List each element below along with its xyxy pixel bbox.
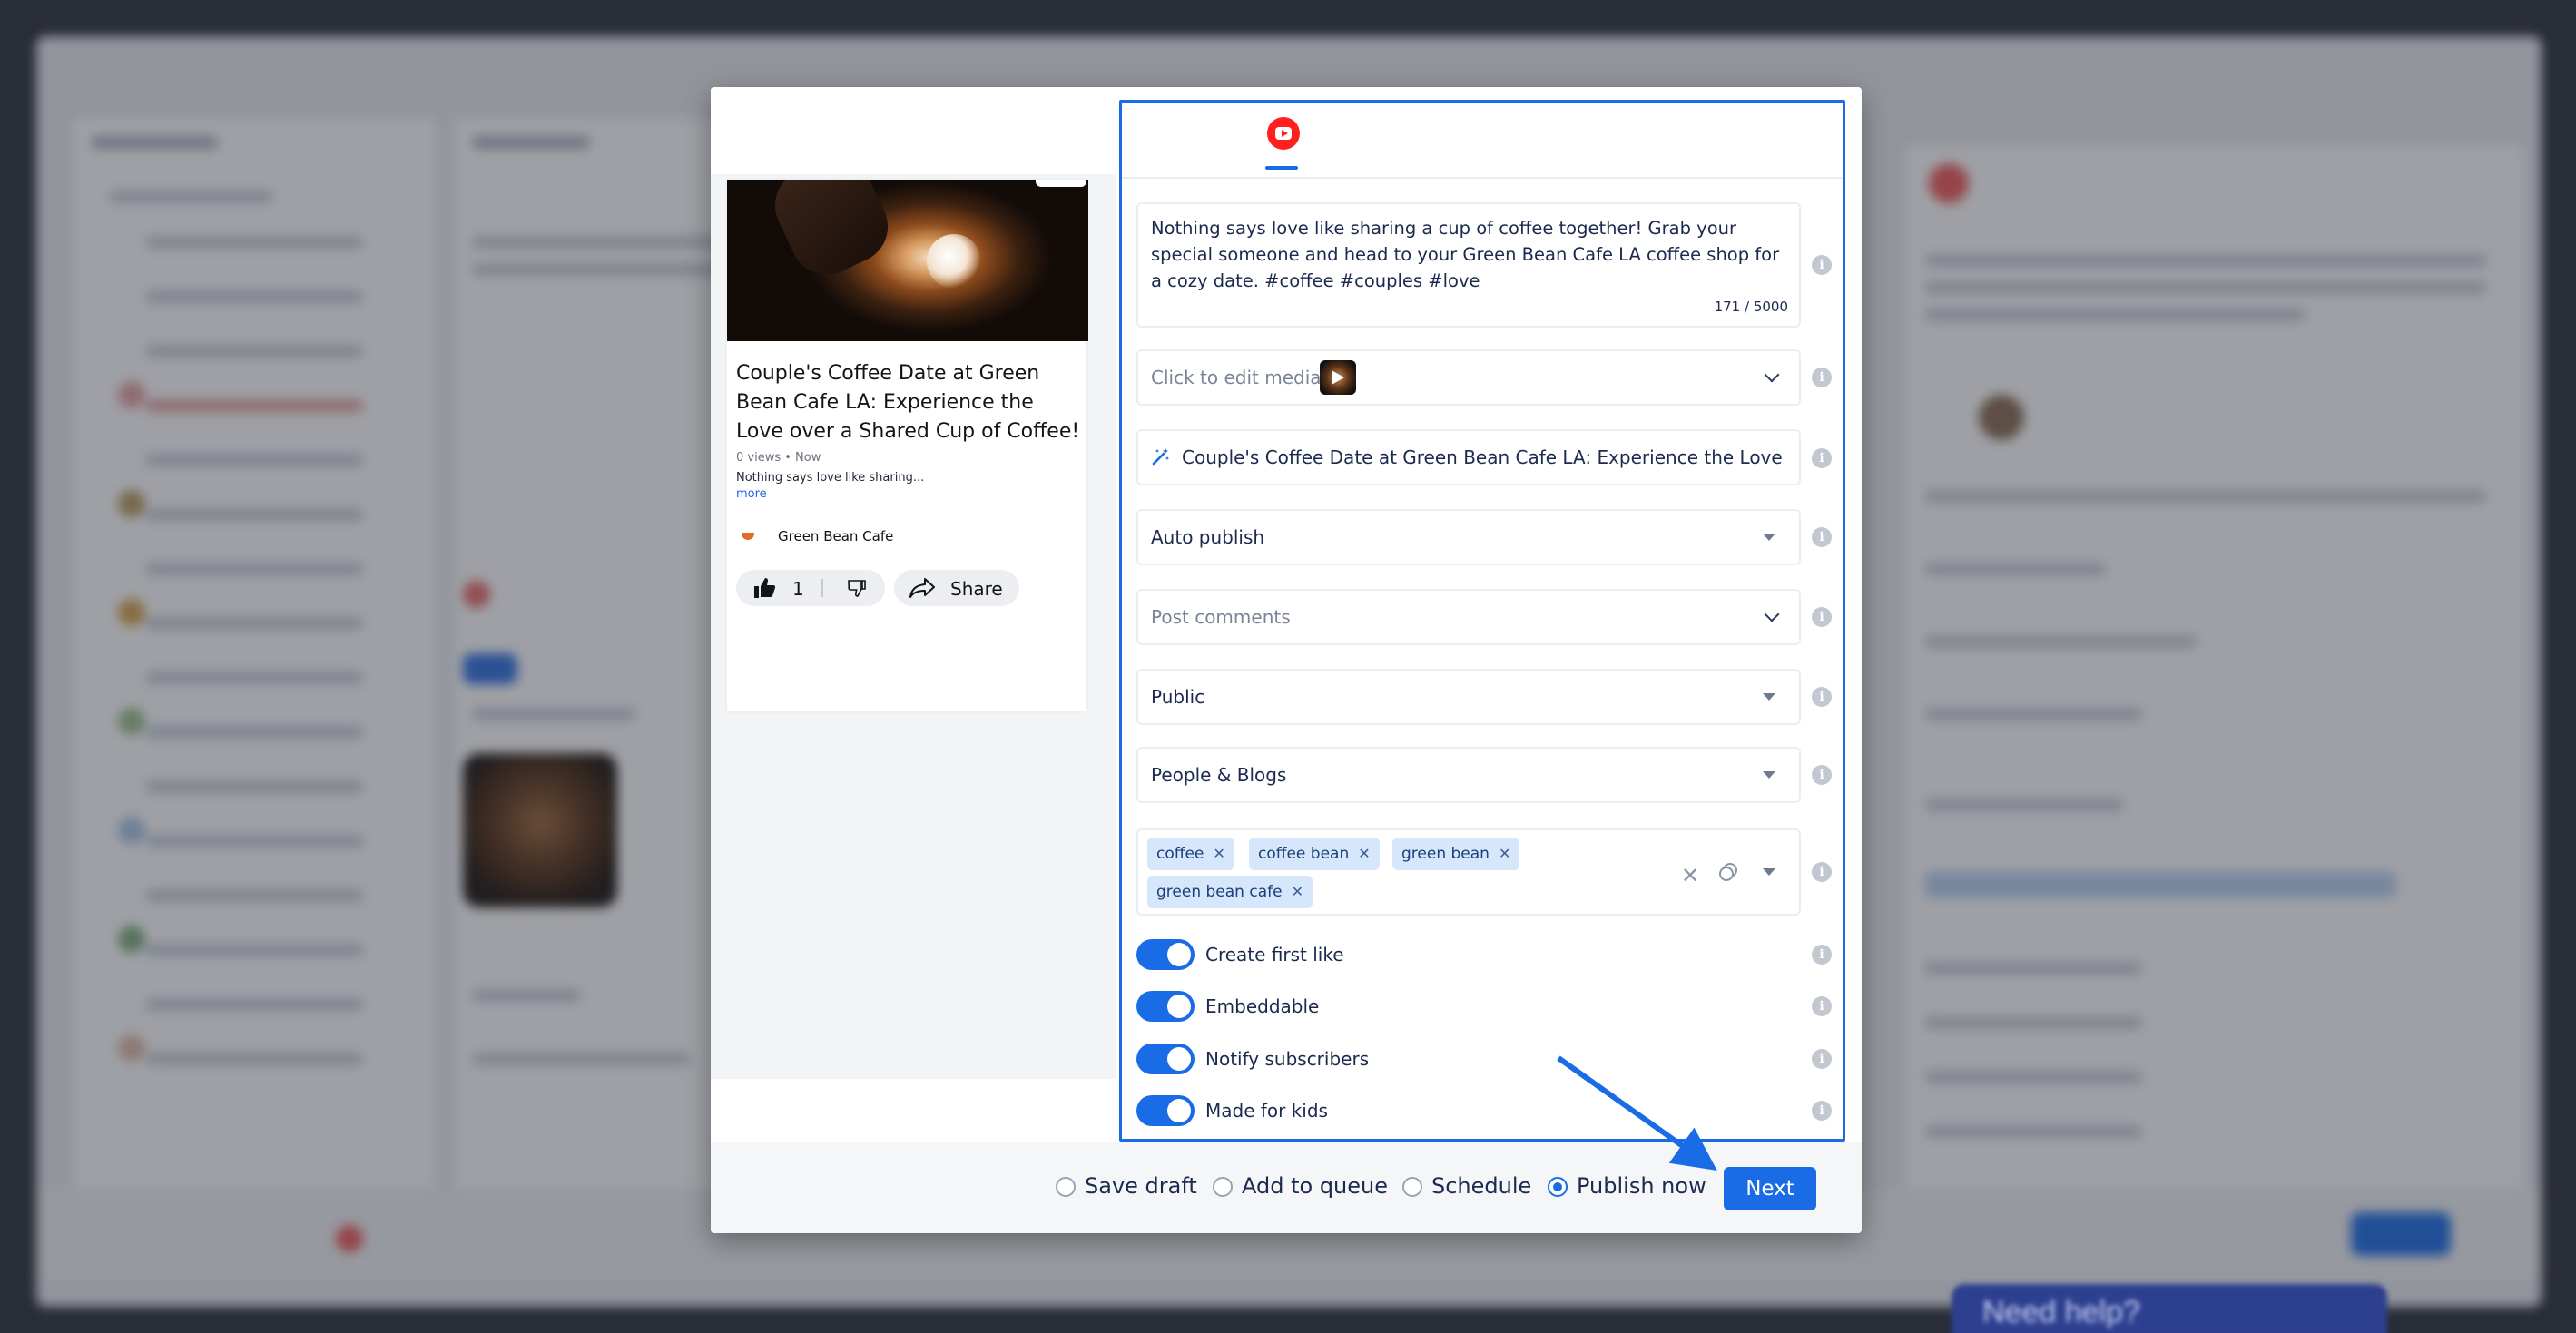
- caret-down-icon: [1763, 534, 1775, 541]
- post-editor-panel: Nothing says love like sharing a cup of …: [1119, 100, 1845, 1142]
- chevron-down-icon[interactable]: [1764, 606, 1780, 622]
- play-icon: [1332, 370, 1344, 385]
- preview-video-meta: 0 views • Now: [736, 451, 821, 465]
- description-textarea[interactable]: Nothing says love like sharing a cup of …: [1136, 202, 1801, 328]
- channel-logo-icon: [738, 525, 758, 545]
- remove-tag-icon[interactable]: ✕: [1499, 845, 1510, 862]
- visibility-select[interactable]: Public: [1136, 669, 1801, 725]
- info-icon[interactable]: i: [1812, 945, 1832, 965]
- preview-video-title: Couple's Coffee Date at Green Bean Cafe …: [736, 362, 1080, 443]
- thumbs-down-icon[interactable]: [847, 579, 867, 601]
- comments-info-icon[interactable]: i: [1812, 607, 1832, 627]
- category-info-icon[interactable]: i: [1812, 765, 1832, 785]
- post-comments-placeholder: Post comments: [1151, 606, 1291, 628]
- toggle-made-for-kids: Made for kids i: [1136, 1095, 1844, 1128]
- tags-info-icon[interactable]: i: [1812, 862, 1832, 882]
- need-help-tab[interactable]: Need help?: [1952, 1284, 2387, 1333]
- post-comments-select[interactable]: Post comments: [1136, 589, 1801, 645]
- category-value: People & Blogs: [1151, 764, 1287, 786]
- tag-chip[interactable]: coffee ✕: [1147, 838, 1234, 870]
- share-button[interactable]: Share: [894, 570, 1019, 606]
- tag-chip[interactable]: green bean ✕: [1392, 838, 1520, 870]
- toggle-create-first-like: Create first like i: [1136, 939, 1844, 972]
- preview-more-link[interactable]: more: [736, 487, 767, 501]
- youtube-icon: [1267, 117, 1300, 150]
- info-icon[interactable]: i: [1812, 996, 1832, 1016]
- clear-tags-icon[interactable]: ✕: [1681, 863, 1699, 888]
- title-input[interactable]: Couple's Coffee Date at Green Bean Cafe …: [1136, 429, 1801, 485]
- tag-chip[interactable]: green bean cafe ✕: [1147, 876, 1313, 908]
- info-icon[interactable]: i: [1812, 1101, 1832, 1121]
- tab-youtube[interactable]: [1265, 117, 1302, 172]
- publish-mode-info-icon[interactable]: i: [1812, 527, 1832, 547]
- publish-mode-value: Auto publish: [1151, 526, 1265, 548]
- publish-mode-select[interactable]: Auto publish: [1136, 509, 1801, 565]
- thumbs-up-icon[interactable]: [752, 577, 776, 603]
- tags-input[interactable]: coffee ✕ coffee bean ✕ green bean ✕ green b…: [1136, 828, 1801, 916]
- title-info-icon[interactable]: i: [1812, 448, 1832, 468]
- char-counter: 171 / 5000: [1714, 299, 1788, 315]
- toggle-embeddable: Embeddable i: [1136, 991, 1844, 1024]
- caret-down-icon: [1763, 771, 1775, 779]
- media-thumbnail[interactable]: [1320, 360, 1356, 395]
- youtube-preview-card: Couple's Coffee Date at Green Bean Cafe …: [725, 178, 1088, 713]
- media-placeholder: Click to edit media: [1151, 367, 1322, 388]
- preview-channel-name: Green Bean Cafe: [778, 528, 894, 544]
- info-icon[interactable]: i: [1812, 1049, 1832, 1069]
- media-selector[interactable]: Click to edit media: [1136, 349, 1801, 406]
- preview-description: Nothing says love like sharing...: [736, 471, 925, 485]
- visibility-value: Public: [1151, 686, 1205, 708]
- toggle-switch[interactable]: [1136, 1044, 1195, 1074]
- video-thumbnail: [727, 180, 1088, 341]
- title-value[interactable]: Couple's Coffee Date at Green Bean Cafe …: [1182, 446, 1786, 468]
- modal-footer: Save draft Add to queue Schedule Publish…: [711, 1142, 1862, 1233]
- toggle-switch[interactable]: [1136, 1095, 1195, 1126]
- media-info-icon[interactable]: i: [1812, 368, 1832, 387]
- visibility-info-icon[interactable]: i: [1812, 687, 1832, 707]
- caret-down-icon: [1763, 693, 1775, 701]
- video-preview-panel: Couple's Coffee Date at Green Bean Cafe …: [711, 87, 1116, 1079]
- category-select[interactable]: People & Blogs: [1136, 747, 1801, 803]
- like-count: 1: [792, 578, 804, 600]
- like-dislike-pill: 1: [736, 570, 885, 606]
- next-button[interactable]: Next: [1724, 1167, 1816, 1210]
- copy-tags-icon[interactable]: [1717, 861, 1739, 883]
- chevron-down-icon[interactable]: [1764, 367, 1780, 383]
- toggle-notify-subscribers: Notify subscribers i: [1136, 1044, 1844, 1076]
- tag-chip[interactable]: coffee bean ✕: [1249, 838, 1380, 870]
- description-info-icon[interactable]: i: [1812, 255, 1832, 275]
- remove-tag-icon[interactable]: ✕: [1358, 845, 1370, 862]
- publish-modal: Couple's Coffee Date at Green Bean Cafe …: [711, 87, 1862, 1233]
- caret-down-icon[interactable]: [1763, 868, 1775, 876]
- remove-tag-icon[interactable]: ✕: [1213, 845, 1224, 862]
- toggle-switch[interactable]: [1136, 991, 1195, 1022]
- toggle-switch[interactable]: [1136, 939, 1195, 970]
- share-arrow-icon: [909, 577, 936, 603]
- remove-tag-icon[interactable]: ✕: [1292, 883, 1303, 900]
- magic-wand-icon[interactable]: [1151, 446, 1171, 466]
- description-text[interactable]: Nothing says love like sharing a cup of …: [1151, 215, 1786, 294]
